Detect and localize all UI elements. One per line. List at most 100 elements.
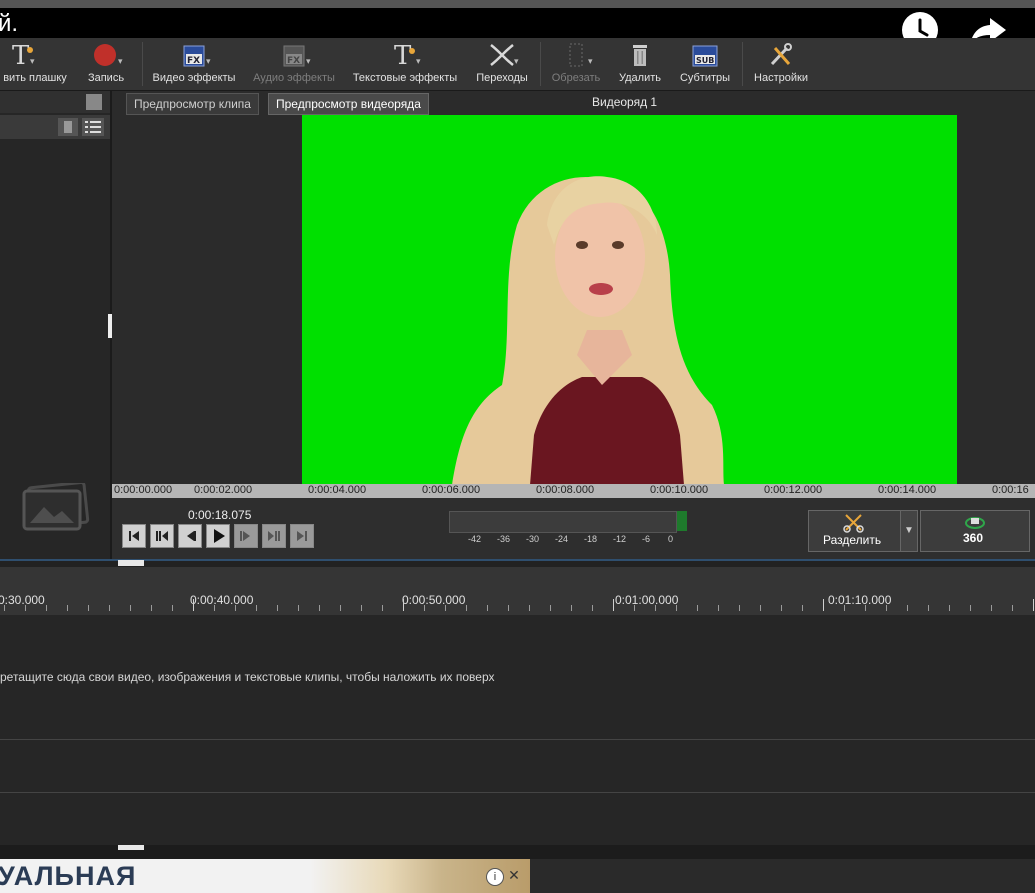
toolbar-crop-button[interactable]: ▾ Обрезать [546, 38, 606, 90]
timeline-tick [802, 605, 803, 611]
toolbar-audio-effects-button[interactable]: FX ▾ Аудио эффекты [248, 38, 340, 90]
ruler-label: 0:00:08.000 [536, 484, 595, 496]
ad-banner[interactable]: УАЛЬНАЯ i ✕ [0, 859, 530, 893]
go-to-start-icon[interactable] [122, 524, 146, 548]
timeline-tick [550, 605, 551, 611]
timeline-tick [907, 605, 908, 611]
timeline-tick [823, 599, 824, 611]
toolbar-add-caption-button[interactable]: T ▾ вить плашку [0, 38, 70, 90]
timeline-tick [760, 605, 761, 611]
timeline-tick [718, 605, 719, 611]
timeline-track[interactable] [0, 740, 1035, 793]
split-dropdown-chevron-icon[interactable]: ▼ [900, 510, 918, 552]
play-icon[interactable] [206, 524, 230, 548]
timeline-tick [4, 605, 5, 611]
timeline-tick [382, 605, 383, 611]
timeline-tick [130, 605, 131, 611]
360-label: 360 [963, 531, 984, 545]
timeline-tick [466, 605, 467, 611]
ruler-label: 0:00:10.000 [650, 484, 709, 496]
next-frame-icon[interactable] [262, 524, 286, 548]
step-forward-icon[interactable] [234, 524, 258, 548]
timeline-tick [235, 605, 236, 611]
timeline-tick [298, 605, 299, 611]
tab-sequence-preview[interactable]: Предпросмотр видеоряда [268, 93, 429, 115]
toolbar-settings-button[interactable]: Настройки [748, 38, 814, 90]
timeline-tick [928, 605, 929, 611]
toolbar-divider [540, 42, 541, 86]
settings-icon [767, 42, 795, 73]
timeline-tick [571, 605, 572, 611]
svg-text:T: T [12, 42, 30, 68]
timeline-tick [970, 605, 971, 611]
timeline-tick [151, 605, 152, 611]
trash-icon [630, 42, 650, 73]
ad-info-icon[interactable]: i [486, 868, 504, 886]
toolbar-subtitles-button[interactable]: SUB Субтитры [674, 38, 736, 90]
timeline-tick [886, 605, 887, 611]
toolbar-video-effects-button[interactable]: FX ▾ Видео эффекты [148, 38, 240, 90]
toolbar-transitions-button[interactable]: ▾ Переходы [470, 38, 534, 90]
timeline-tick [46, 605, 47, 611]
timeline-tick [319, 605, 320, 611]
svg-text:T: T [394, 42, 412, 68]
toolbar-text-effects-button[interactable]: T ▾ Текстовые эффекты [346, 38, 464, 90]
meter-tick: -24 [555, 534, 569, 544]
timeline-ruler[interactable]: 0:30.000 0:00:40.000 0:00:50.000 0:01:00… [0, 567, 1035, 615]
timeline-tick [361, 605, 362, 611]
svg-text:FX: FX [287, 56, 300, 66]
timeline-scroll-thumb[interactable] [118, 560, 144, 566]
sequence-title: Видеоряд 1 [592, 95, 658, 109]
toolbar-divider [742, 42, 743, 86]
timeline-tick-label: 0:00:40.000 [190, 593, 254, 607]
previous-frame-icon[interactable] [150, 524, 174, 548]
timeline-tick [697, 605, 698, 611]
top-strip [0, 0, 1035, 8]
bottom-scroll-thumb[interactable] [118, 845, 144, 850]
timeline-tick [949, 605, 950, 611]
meter-tick: -30 [526, 534, 540, 544]
list-view-icon[interactable] [82, 118, 104, 136]
meter-tick: -12 [613, 534, 627, 544]
go-to-end-icon[interactable] [290, 524, 314, 548]
toolbar-divider [142, 42, 143, 86]
bin-delete-icon[interactable] [58, 118, 78, 136]
ruler-label: 0:00:00.000 [114, 484, 173, 496]
ad-close-icon[interactable]: ✕ [506, 867, 522, 883]
timeline-tick [844, 605, 845, 611]
toolbar-record-button[interactable]: ▾ Запись [80, 38, 132, 90]
video-title-fragment: й. [0, 10, 19, 37]
toolbar-label: Настройки [754, 72, 808, 84]
playback-controls: 0:00:18.075 -42 -36 -30 -24 -18 -12 -6 0… [112, 498, 1035, 559]
preview-time-ruler[interactable]: 0:00:00.000 0:00:02.000 0:00:04.000 0:00… [112, 484, 1035, 498]
meter-tick: 0 [668, 534, 674, 544]
timeline-tick [256, 605, 257, 611]
ruler-label: 0:00:16 [992, 484, 1029, 496]
record-icon [93, 42, 119, 73]
timeline-tick-label: 0:01:00.000 [615, 593, 679, 607]
fx-icon: FX [182, 42, 206, 73]
timeline-tick-label: 0:30.000 [0, 593, 45, 607]
svg-text:FX: FX [187, 56, 200, 66]
timeline-tick [991, 605, 992, 611]
timeline-track[interactable] [0, 793, 1035, 846]
timeline-tick [25, 605, 26, 611]
timeline-bottom-scrollbar[interactable] [0, 845, 1035, 859]
detach-panel-icon[interactable] [86, 94, 102, 110]
step-back-icon[interactable] [178, 524, 202, 548]
timeline-tick [1033, 599, 1034, 611]
timeline-tick-label: 0:00:50.000 [402, 593, 466, 607]
toolbar-label: Текстовые эффекты [352, 72, 458, 84]
360-video-button[interactable]: 360 [920, 510, 1030, 552]
main-toolbar: T ▾ вить плашку ▾ Запись FX ▾ Видео эффе… [0, 38, 1035, 91]
timeline-tick [739, 605, 740, 611]
toolbar-label: Запись [87, 72, 125, 84]
toolbar-delete-button[interactable]: Удалить [612, 38, 668, 90]
audio-fx-icon: FX [282, 42, 306, 73]
timeline-tick-label: 0:01:10.000 [828, 593, 892, 607]
toolbar-label: Видео эффекты [152, 72, 236, 84]
tab-clip-preview[interactable]: Предпросмотр клипа [126, 93, 259, 115]
transitions-icon [488, 42, 516, 73]
ruler-label: 0:00:12.000 [764, 484, 823, 496]
overlay-track[interactable]: ретащите сюда свои видео, изображения и … [0, 615, 1035, 740]
